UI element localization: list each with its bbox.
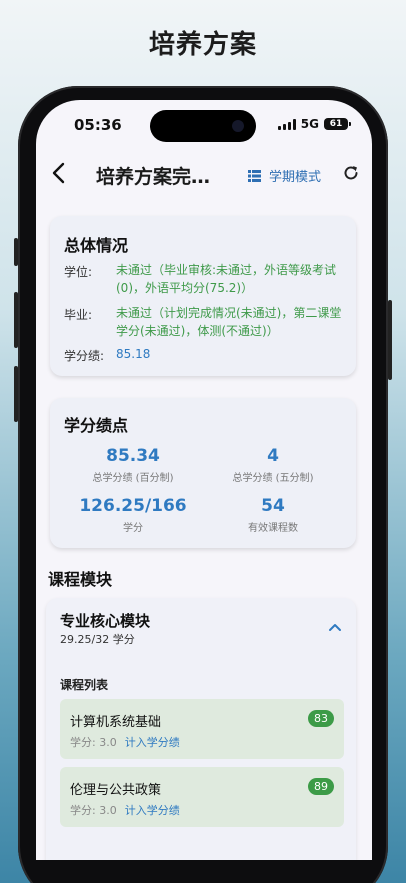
status-time: 05:36 [74,116,122,134]
gpa-value: 85.18 [116,347,151,361]
course-include: 计入学分绩 [124,804,180,817]
action-button [14,238,18,266]
modules-section-title: 课程模块 [48,570,113,589]
score-badge: 83 [308,710,334,727]
volume-down-button [14,366,18,422]
course-item[interactable]: 计算机系统基础 学分: 3.0 计入学分绩 83 [60,699,344,759]
volume-up-button [14,292,18,348]
course-list-title: 课程列表 [60,678,109,692]
dynamic-island [150,110,256,142]
stat-value: 85.34 [106,446,160,466]
stat-credits: 126.25/166 学分 [58,496,208,534]
course-name: 计算机系统基础 [70,715,162,730]
graduation-value: 未通过（计划完成情况(未通过)，第二课堂学分(未通过)，体测(不通过)） [116,306,342,338]
stat-label: 总学分绩 (五分制) [232,473,314,484]
course-item[interactable]: 伦理与公共政策 学分: 3.0 计入学分绩 89 [60,767,344,827]
stat-courses: 54 有效课程数 [198,496,348,534]
network-label: 5G [300,117,319,131]
course-credit: 学分: 3.0 [70,804,117,817]
stat-value: 4 [267,446,279,466]
credits-title: 学分绩点 [64,416,129,435]
back-arrow-icon[interactable] [48,160,70,186]
course-name: 伦理与公共政策 [70,783,162,798]
semester-mode-button[interactable]: 学期模式 [248,166,321,185]
degree-label: 学位: [64,265,93,279]
stat-value: 54 [261,496,285,516]
semester-mode-label: 学期模式 [269,170,322,185]
degree-value: 未通过（毕业审核:未通过，外语等级考试(0)，外语平均分(75.2)） [116,263,337,295]
stat-label: 学分 [123,523,143,534]
stat-label: 总学分绩 (百分制) [92,473,174,484]
stat-total-percent: 85.34 总学分绩 (百分制) [58,446,208,484]
signal-icon [277,118,296,130]
course-credit: 学分: 3.0 [70,736,117,749]
graduation-label: 毕业: [64,308,93,322]
overview-title: 总体情况 [64,236,129,255]
score-badge: 89 [308,778,334,795]
power-button [388,300,392,380]
course-include: 计入学分绩 [124,736,180,749]
camera-icon [232,120,244,132]
app-screen: 05:36 5G 61 培养方案完成情况 学期模式 总体情况 学位: 未通过（毕… [36,100,372,860]
battery-icon: 61 [324,118,351,130]
gpa-label: 学分绩: [64,349,105,363]
course-meta: 学分: 3.0 计入学分绩 [70,734,180,750]
module-credits: 29.25/32 学分 [60,633,135,646]
refresh-icon[interactable] [342,164,360,182]
status-indicators: 5G 61 [277,117,351,131]
overview-card: 总体情况 学位: 未通过（毕业审核:未通过，外语等级考试(0)，外语平均分(75… [50,216,356,376]
course-meta: 学分: 3.0 计入学分绩 [70,802,180,818]
chevron-up-icon[interactable] [328,622,342,632]
page-caption: 培养方案 [148,30,257,60]
module-title: 专业核心模块 [60,612,151,630]
stat-total-five: 4 总学分绩 (五分制) [198,446,348,484]
stat-label: 有效课程数 [248,523,298,534]
credits-card: 学分绩点 85.34 总学分绩 (百分制) 4 总学分绩 (五分制) 126.2… [50,398,356,548]
list-icon [248,169,261,182]
page-title: 培养方案完成情况 [96,166,226,188]
module-card[interactable]: 专业核心模块 29.25/32 学分 课程列表 计算机系统基础 学分: 3.0 计… [46,598,356,860]
app-bar: 培养方案完成情况 学期模式 [36,156,372,192]
stat-value: 126.25/166 [79,496,187,516]
